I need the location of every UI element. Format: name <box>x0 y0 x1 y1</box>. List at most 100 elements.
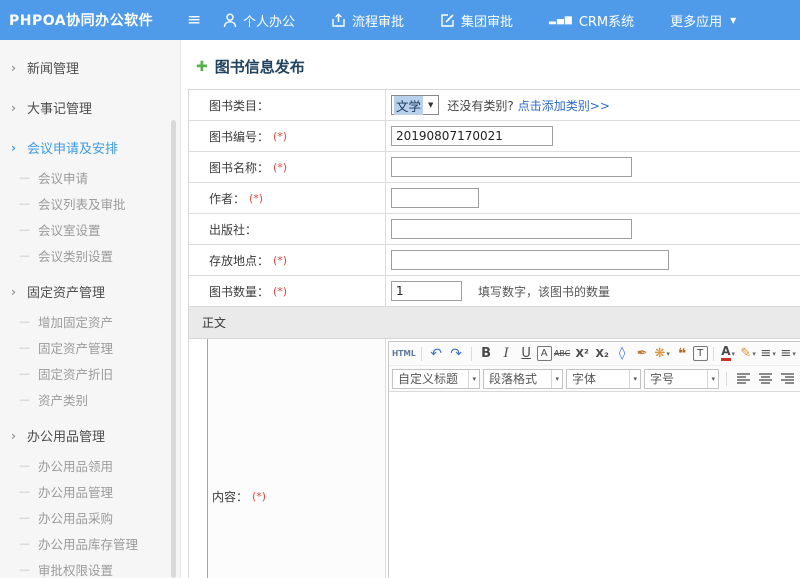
chevron-right-icon: › <box>11 285 16 299</box>
required-mark: (*) <box>273 254 287 267</box>
auto-typeset-icon: ❋ <box>654 346 665 361</box>
paragraph-format-combo[interactable]: 段落格式▾ <box>483 369 563 389</box>
align-center-button[interactable] <box>756 369 775 388</box>
app-logo[interactable]: PHPOA协同办公软件 <box>0 10 181 30</box>
main-content: ✚ 图书信息发布 图书类目： 文学 ▼ 还没有类别? 点击添加类别>> <box>181 40 800 578</box>
sidebar-item-meeting-category-settings[interactable]: — 会议类别设置 <box>0 242 180 268</box>
sidebar-item-label: 固定资产折旧 <box>38 364 113 383</box>
sidebar-scrollbar[interactable] <box>171 120 176 578</box>
bullet-list-button[interactable]: ≡▾ <box>779 344 798 363</box>
ordered-list-button[interactable]: ≡▾ <box>759 344 778 363</box>
label-text: 内容： <box>212 488 248 505</box>
superscript-button[interactable]: X² <box>573 344 592 363</box>
location-input[interactable] <box>391 250 669 270</box>
field-value <box>386 121 800 151</box>
sidebar-group-fixed-assets[interactable]: ›固定资产管理 <box>0 275 180 308</box>
sidebar-group-meetings[interactable]: ›会议申请及安排 <box>0 131 180 164</box>
sidebar-item-supplies-purchase[interactable]: — 办公用品采购 <box>0 504 180 530</box>
sidebar-item-fixed-asset-depreciation[interactable]: — 固定资产折旧 <box>0 360 180 386</box>
custom-title-combo[interactable]: 自定义标题▾ <box>392 369 480 389</box>
html-source-button[interactable]: HTML <box>392 344 416 363</box>
sidebar: ›新闻管理 ›大事记管理 ›会议申请及安排 —会议申请 —会议列表及审批 —会议… <box>0 40 181 578</box>
sidebar-group-events[interactable]: ›大事记管理 <box>0 91 180 124</box>
sidebar-item-label: 会议类别设置 <box>38 246 113 265</box>
sidebar-item-label: 办公用品管理 <box>38 482 113 501</box>
sidebar-item-label: 大事记管理 <box>27 98 92 117</box>
nav-workflow-approval[interactable]: 流程审批 <box>331 11 404 30</box>
undo-button[interactable]: ↶ <box>427 344 446 363</box>
dash-icon: — <box>19 511 30 524</box>
font-family-combo[interactable]: 字体▾ <box>566 369 641 389</box>
bold-button[interactable]: B <box>477 344 496 363</box>
dash-icon: — <box>19 315 30 328</box>
ordered-list-icon: ≡ <box>760 346 771 361</box>
sidebar-item-approval-permission-settings[interactable]: —审批权限设置 <box>0 556 180 578</box>
book-no-input[interactable] <box>391 126 553 146</box>
paste-as-text-button[interactable]: T <box>693 346 708 361</box>
sidebar-item-supplies-inventory[interactable]: —办公用品库存管理 <box>0 530 180 556</box>
sidebar-group-news[interactable]: ›新闻管理 <box>0 51 180 84</box>
sidebar-item-meeting-room-settings[interactable]: —会议室设置 <box>0 216 180 242</box>
page-title: 图书信息发布 <box>215 56 305 77</box>
sidebar-item-fixed-asset-management[interactable]: —固定资产管理 <box>0 334 180 360</box>
menu-toggle-icon[interactable]: ≡ <box>181 10 215 30</box>
field-label: 出版社： <box>189 214 386 244</box>
label-text: 出版社： <box>209 221 257 238</box>
sidebar-item-supplies-requisition[interactable]: —办公用品领用 <box>0 452 180 478</box>
book-name-input[interactable] <box>391 157 632 177</box>
highlight-color-button[interactable]: ✎▾ <box>739 344 758 363</box>
font-size-combo[interactable]: 字号▾ <box>644 369 719 389</box>
sidebar-item-meeting-apply[interactable]: —会议申请 <box>0 164 180 190</box>
field-label: 图书编号： (*) <box>189 121 386 151</box>
font-color-button[interactable]: A▾ <box>719 344 738 363</box>
top-nav: 个人办公 流程审批 集团审批 ▂▄▆ CRM系统 更多应用 ▼ <box>223 11 736 30</box>
sidebar-item-add-fixed-asset[interactable]: —增加固定资产 <box>0 308 180 334</box>
nav-more-apps[interactable]: 更多应用 ▼ <box>670 11 736 30</box>
blockquote-button[interactable]: ❝ <box>673 344 692 363</box>
sidebar-item-label: 办公用品管理 <box>27 426 105 445</box>
nav-label: 流程审批 <box>352 11 404 30</box>
align-left-button[interactable] <box>734 369 753 388</box>
add-category-link[interactable]: 点击添加类别>> <box>518 97 610 114</box>
label-text: 图书名称： <box>209 159 269 176</box>
dash-icon: — <box>19 367 30 380</box>
sidebar-item-label: 资产类别 <box>38 390 88 409</box>
category-select[interactable]: 文学 ▼ <box>391 95 439 115</box>
char-border-button[interactable]: A <box>537 346 552 361</box>
author-input[interactable] <box>391 188 479 208</box>
underline-button[interactable]: U <box>517 344 536 363</box>
chevron-down-icon: ▾ <box>752 350 756 358</box>
sidebar-item-asset-category[interactable]: —资产类别 <box>0 386 180 412</box>
field-label: 图书数量： (*) <box>189 276 386 306</box>
auto-typeset-button[interactable]: ❋▾ <box>653 344 672 363</box>
italic-button[interactable]: I <box>497 344 516 363</box>
sidebar-item-label: 会议列表及审批 <box>38 194 126 213</box>
dash-icon: — <box>19 459 30 472</box>
subscript-button[interactable]: X₂ <box>593 344 612 363</box>
align-right-button[interactable] <box>778 369 797 388</box>
nav-personal-office[interactable]: 个人办公 <box>223 11 295 30</box>
format-brush-button[interactable]: ✒ <box>633 344 652 363</box>
chevron-right-icon: › <box>11 141 16 155</box>
redo-button[interactable]: ↷ <box>447 344 466 363</box>
align-left-icon <box>737 373 750 384</box>
publisher-input[interactable] <box>391 219 632 239</box>
eraser-button[interactable]: ◊ <box>613 344 632 363</box>
strikethrough-button[interactable]: ABC <box>553 344 572 363</box>
field-value <box>386 245 800 275</box>
combo-value: 段落格式 <box>489 370 537 387</box>
field-value <box>386 152 800 182</box>
editor-content-area[interactable] <box>389 392 800 578</box>
nav-crm-system[interactable]: ▂▄▆ CRM系统 <box>549 11 634 30</box>
sidebar-item-meeting-list-approval[interactable]: —会议列表及审批 <box>0 190 180 216</box>
sidebar-item-supplies-management[interactable]: —办公用品管理 <box>0 478 180 504</box>
dash-icon: — <box>19 249 30 262</box>
nav-label: 集团审批 <box>461 11 513 30</box>
bullet-list-icon: ≡ <box>780 346 791 361</box>
nav-group-approval[interactable]: 集团审批 <box>440 11 513 30</box>
quantity-input[interactable] <box>391 281 462 301</box>
chevron-down-icon: ▾ <box>707 370 718 388</box>
sidebar-item-label: 办公用品采购 <box>38 508 113 527</box>
sidebar-group-office-supplies[interactable]: ›办公用品管理 <box>0 419 180 452</box>
select-caret-icon: ▼ <box>428 101 433 109</box>
